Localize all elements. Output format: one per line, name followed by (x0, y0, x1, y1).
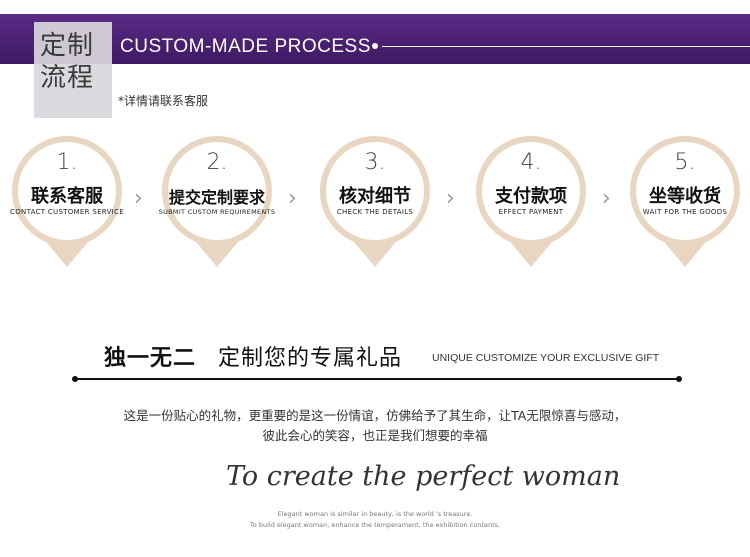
chevron-right-icon: › (288, 186, 297, 211)
step-number: 5. (674, 150, 696, 175)
page-subtitle: CUSTOM-MADE PROCESS (120, 36, 371, 57)
header-banner (0, 14, 750, 64)
description-line-1: 这是一份贴心的礼物，更重要的是这一份情谊，仿佛给予了其生命，让TA无限惊喜与感动… (123, 408, 627, 423)
divider-dot (72, 376, 78, 382)
script-tagline: To create the perfect woman (226, 461, 621, 492)
slogan-text: 定制您的专属礼品 (218, 346, 403, 371)
header-dot (372, 43, 378, 49)
description-line-2: 彼此会心的笑容，也正是我们想要的幸福 (262, 428, 488, 443)
step-title-en: EFFECT PAYMENT (498, 208, 564, 216)
step-title-cn: 核对细节 (339, 186, 411, 207)
fine-print-2: To build elegant woman, enhance the temp… (249, 521, 501, 529)
fine-print-1: Elegant woman is similar in beauty, is t… (277, 510, 473, 518)
slogan-bold: 独一无二 (104, 346, 197, 371)
step-title-cn: 支付款项 (495, 186, 567, 207)
chevron-right-icon: › (446, 186, 455, 211)
chevron-right-icon: › (602, 186, 611, 211)
chevron-right-icon: › (134, 186, 143, 211)
step-2: 2. 提交定制要求 SUBMIT CUSTOM REQUIREMENTS (158, 132, 276, 282)
step-title-en: WAIT FOR THE GOODS (642, 208, 728, 216)
step-title-cn: 提交定制要求 (168, 188, 265, 207)
step-number: 4. (520, 150, 542, 175)
header-line (382, 46, 750, 47)
step-1: 1. 联系客服 CONTACT CUSTOMER SERVICE (8, 132, 126, 282)
contact-note: *详情请联系客服 (118, 94, 209, 108)
step-title-en: CHECK THE DETAILS (336, 208, 414, 216)
step-number: 3. (364, 150, 386, 175)
step-number: 2. (206, 150, 228, 175)
divider (74, 378, 678, 380)
step-4: 4. 支付款项 EFFECT PAYMENT (472, 132, 590, 282)
divider-dot (676, 376, 682, 382)
step-5: 5. 坐等收货 WAIT FOR THE GOODS (626, 132, 744, 282)
slogan-english: UNIQUE CUSTOMIZE YOUR EXCLUSIVE GIFT (432, 352, 660, 364)
step-title-cn: 联系客服 (31, 186, 103, 207)
step-title-en: CONTACT CUSTOMER SERVICE (10, 208, 124, 216)
step-title-cn: 坐等收货 (649, 186, 721, 207)
page-title: 定制流程 (40, 31, 95, 93)
step-title-en: SUBMIT CUSTOM REQUIREMENTS (158, 208, 276, 216)
step-3: 3. 核对细节 CHECK THE DETAILS (316, 132, 434, 282)
step-number: 1. (56, 150, 78, 175)
